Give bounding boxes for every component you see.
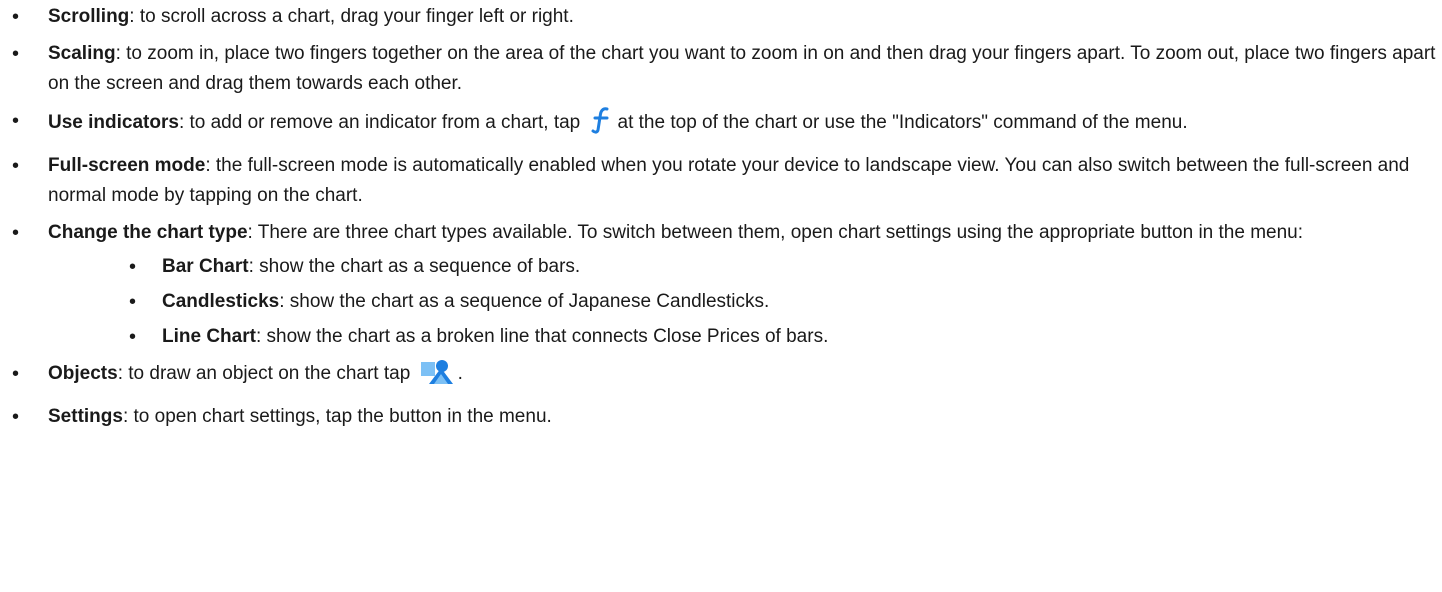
term-settings: Settings <box>48 406 123 427</box>
term-scaling: Scaling <box>48 43 116 64</box>
list-item-use-indicators: Use indicators: to add or remove an indi… <box>0 106 1442 144</box>
list-item-settings: Settings: to open chart settings, tap th… <box>0 402 1442 432</box>
desc-full-screen: : the full-screen mode is automatically … <box>48 155 1410 206</box>
desc-bar-chart: : show the chart as a sequence of bars. <box>248 256 581 277</box>
list-item-full-screen: Full-screen mode: the full-screen mode i… <box>0 151 1442 211</box>
term-bar-chart: Bar Chart <box>162 256 249 277</box>
term-scrolling: Scrolling <box>48 6 130 27</box>
sublist-item-line-chart: Line Chart: show the chart as a broken l… <box>0 322 1438 352</box>
list-item-objects: Objects: to draw an object on the chart … <box>0 359 1442 395</box>
term-candlesticks: Candlesticks <box>162 291 280 312</box>
desc-scaling: : to zoom in, place two fingers together… <box>48 43 1436 94</box>
sublist-item-bar-chart: Bar Chart: show the chart as a sequence … <box>0 252 1438 282</box>
list-item-chart-type: Change the chart type: There are three c… <box>0 218 1442 352</box>
list-item-scaling: Scaling: to zoom in, place two fingers t… <box>0 39 1442 99</box>
list-item-scrolling: Scrolling: to scroll across a chart, dra… <box>0 2 1442 32</box>
desc-chart-type: : There are three chart types available.… <box>247 222 1304 243</box>
objects-shapes-icon <box>420 359 454 395</box>
desc-use-indicators-before: : to add or remove an indicator from a c… <box>178 112 581 133</box>
chart-type-sublist: Bar Chart: show the chart as a sequence … <box>48 252 1438 352</box>
desc-use-indicators-after: at the top of the chart or use the "Indi… <box>617 112 1188 133</box>
term-line-chart: Line Chart <box>162 326 256 347</box>
term-chart-type: Change the chart type <box>48 222 248 243</box>
help-document: Scrolling: to scroll across a chart, dra… <box>0 0 1442 592</box>
term-use-indicators: Use indicators <box>48 112 179 133</box>
gesture-list: Scrolling: to scroll across a chart, dra… <box>0 2 1442 432</box>
term-objects: Objects <box>48 363 118 384</box>
function-f-icon <box>590 106 614 144</box>
desc-candlesticks: : show the chart as a sequence of Japane… <box>279 291 770 312</box>
desc-settings: : to open chart settings, tap the button… <box>122 406 552 427</box>
desc-scrolling: : to scroll across a chart, drag your fi… <box>129 6 574 27</box>
term-full-screen: Full-screen mode <box>48 155 206 176</box>
desc-objects-after: . <box>457 363 463 384</box>
desc-objects-before: : to draw an object on the chart tap <box>117 363 411 384</box>
sublist-item-candlesticks: Candlesticks: show the chart as a sequen… <box>0 287 1438 317</box>
desc-line-chart: : show the chart as a broken line that c… <box>255 326 829 347</box>
